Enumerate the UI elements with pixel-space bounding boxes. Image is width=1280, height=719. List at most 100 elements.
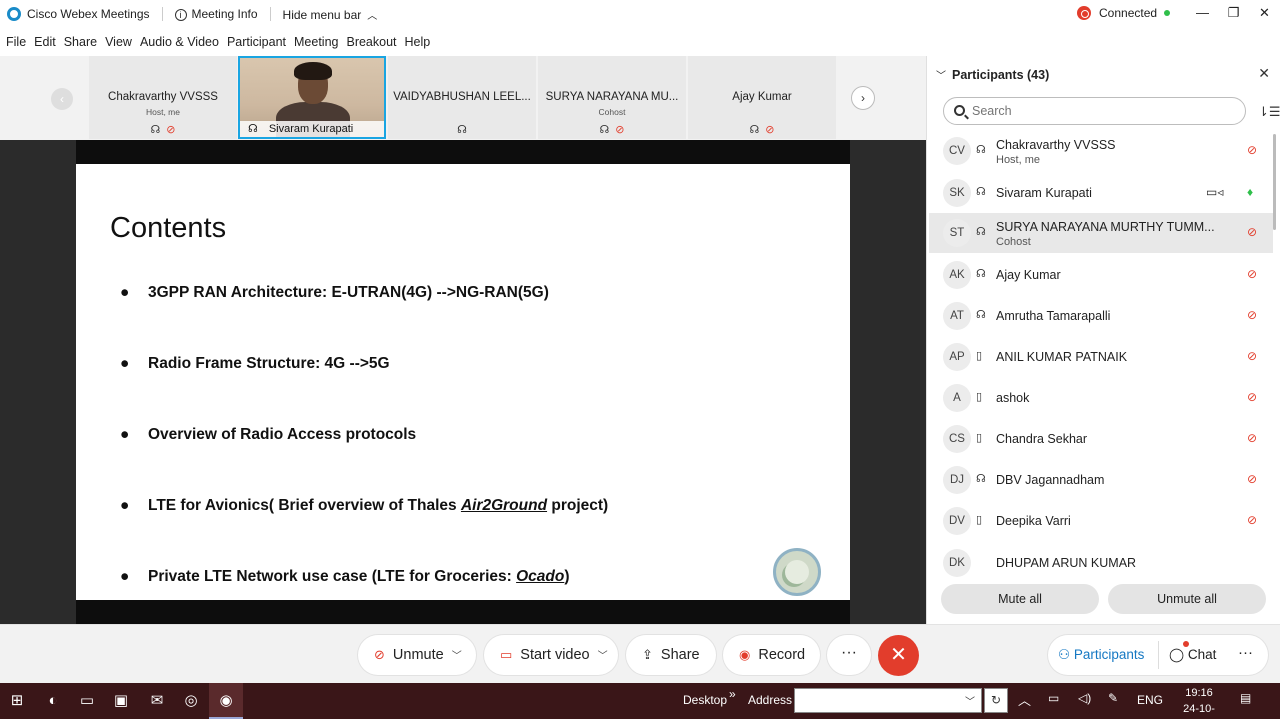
menu-file[interactable]: File	[6, 35, 26, 49]
menu-meeting[interactable]: Meeting	[294, 35, 338, 49]
participants-header[interactable]: ﹀ Participants (43)	[936, 67, 1049, 82]
edge-browser-icon[interactable]: ◐	[36, 683, 70, 719]
hide-menu-bar-button[interactable]: Hide menu bar ︿	[283, 7, 378, 22]
participant-row[interactable]: DK DHUPAM ARUN KUMAR	[929, 543, 1273, 583]
webex-taskbar-icon[interactable]: ◉	[209, 683, 243, 719]
video-tile[interactable]: SURYA NARAYANA MU... Cohost ☊ ⊘	[538, 56, 686, 139]
notifications-icon[interactable]: ▤	[1240, 691, 1251, 705]
muted-mic-icon[interactable]: ⊘	[1247, 513, 1257, 527]
chevron-up-icon[interactable]: ︿	[1018, 690, 1031, 709]
strip-next-button[interactable]: ›	[851, 86, 875, 110]
desktop-toolbar[interactable]: Desktop	[683, 693, 727, 707]
participant-row[interactable]: CV ☊ Chakravarthy VVSSS Host, me ⊘	[929, 131, 1273, 171]
muted-mic-icon[interactable]: ⊘	[1247, 431, 1257, 445]
phone-icon: ▯	[976, 391, 983, 403]
slide-bullet: ● Private LTE Network use case (LTE for G…	[120, 568, 570, 585]
share-icon: ⇪	[642, 647, 653, 662]
muted-mic-icon[interactable]: ⊘	[1247, 390, 1257, 404]
menu-share[interactable]: Share	[64, 35, 97, 49]
muted-mic-icon[interactable]: ⊘	[1247, 349, 1257, 363]
participant-row[interactable]: A ▯ ashok ⊘	[929, 378, 1273, 418]
participants-scrollbar[interactable]	[1273, 134, 1276, 230]
menu-participant[interactable]: Participant	[227, 35, 286, 49]
muted-mic-icon[interactable]: ⊘	[1247, 267, 1257, 281]
muted-mic-icon[interactable]: ⊘	[1247, 225, 1257, 239]
participant-search[interactable]	[943, 97, 1246, 125]
menu-edit[interactable]: Edit	[34, 35, 56, 49]
mic-on-icon[interactable]: ♦	[1247, 185, 1253, 199]
participant-row[interactable]: AP ▯ ANIL KUMAR PATNAIK ⊘	[929, 337, 1273, 377]
mail-icon[interactable]: ✉	[140, 683, 174, 719]
video-tile[interactable]: Ajay Kumar ☊ ⊘	[688, 56, 836, 139]
record-button[interactable]: ◉ Record	[723, 635, 820, 675]
participant-row[interactable]: CS ▯ Chandra Sekhar ⊘	[929, 419, 1273, 459]
search-icon	[954, 105, 965, 116]
mute-all-button[interactable]: Mute all	[941, 584, 1099, 614]
taskbar-clock[interactable]: 19:16 24-10-2020	[1171, 685, 1227, 719]
participants-tab[interactable]: ⚇ Participants	[1058, 635, 1144, 675]
strip-prev-button[interactable]: ‹	[51, 88, 73, 110]
share-button[interactable]: ⇪ Share	[626, 635, 716, 675]
pen-icon[interactable]: ✎	[1108, 691, 1118, 705]
meeting-info-button[interactable]: i Meeting Info	[174, 7, 258, 21]
close-window-button[interactable]: ✕	[1249, 0, 1280, 28]
battery-icon[interactable]: ▭	[1048, 691, 1059, 705]
volume-icon[interactable]: ◁)	[1078, 691, 1091, 705]
video-person-hair	[294, 62, 332, 80]
avatar: CS	[943, 425, 971, 453]
chat-tab[interactable]: ◯ Chat	[1169, 635, 1216, 675]
participant-row[interactable]: DJ ☊ DBV Jagannadham ⊘	[929, 460, 1273, 500]
participant-row[interactable]: AT ☊ Amrutha Tamarapalli ⊘	[929, 296, 1273, 336]
language-indicator[interactable]: ENG	[1137, 693, 1163, 707]
more-options-button[interactable]: ···	[827, 635, 871, 675]
video-camera-icon: ▭◃	[1206, 185, 1224, 199]
menu-audio-video[interactable]: Audio & Video	[140, 35, 219, 49]
meeting-controls: ⊘ Unmute ﹀ ▭ Start video ﹀ ⇪ Share ◉ Record ··…	[0, 624, 1280, 683]
file-explorer-icon[interactable]: ▭	[70, 683, 104, 719]
start-video-button[interactable]: ▭ Start video ﹀	[484, 635, 618, 675]
minimize-button[interactable]: —	[1187, 0, 1218, 28]
avatar: CV	[943, 137, 971, 165]
muted-mic-icon[interactable]: ⊘	[1247, 143, 1257, 157]
panel-more-button[interactable]: ···	[1238, 635, 1253, 675]
participant-row-selected[interactable]: ST ☊ SURYA NARAYANA MURTHY TUMM... Cohos…	[929, 213, 1273, 253]
participant-row[interactable]: DV ▯ Deepika Varri ⊘	[929, 501, 1273, 541]
avatar: DV	[943, 507, 971, 535]
windows-start-icon[interactable]: ⊞	[0, 683, 34, 719]
menu-breakout[interactable]: Breakout	[346, 35, 396, 49]
chevron-down-icon[interactable]: ﹀	[965, 693, 975, 708]
store-icon[interactable]: ▣	[104, 683, 138, 719]
participant-row[interactable]: SK ☊ Sivaram Kurapati ▭◃ ♦	[929, 173, 1273, 213]
chevron-down-icon[interactable]: ﹀	[452, 651, 462, 662]
participant-row[interactable]: AK ☊ Ajay Kumar ⊘	[929, 255, 1273, 295]
menu-view[interactable]: View	[105, 35, 132, 49]
chevron-down-icon[interactable]: ﹀	[598, 651, 608, 662]
headset-icon: ☊	[976, 186, 986, 198]
info-icon: i	[174, 9, 187, 21]
unmute-all-button[interactable]: Unmute all	[1108, 584, 1266, 614]
address-go-button[interactable]: ↻	[984, 688, 1008, 713]
connection-status[interactable]: Connected	[1077, 6, 1171, 20]
leave-meeting-button[interactable]: ✕	[878, 635, 919, 676]
close-panel-button[interactable]: ✕	[1258, 65, 1270, 82]
menu-help[interactable]: Help	[405, 35, 431, 49]
participants-panel: ﹀Participants (43) ✕ ⇂☰ CV ☊ Chakravarth…	[926, 56, 1280, 624]
video-tile-active[interactable]: ☊ Sivaram Kurapati	[238, 56, 386, 139]
muted-mic-icon[interactable]: ⊘	[1247, 472, 1257, 486]
muted-mic-icon[interactable]: ⊘	[1247, 308, 1257, 322]
video-tile[interactable]: Chakravarthy VVSSS Host, me ☊ ⊘	[89, 56, 237, 139]
chrome-icon[interactable]: ◎	[174, 683, 208, 719]
slide-title: Contents	[110, 212, 227, 244]
sort-icon[interactable]: ⇂☰	[1258, 104, 1280, 120]
avatar: AP	[943, 343, 971, 371]
divider	[269, 7, 271, 21]
toolbar-overflow-icon[interactable]: »	[729, 687, 736, 701]
unmute-button[interactable]: ⊘ Unmute ﹀	[358, 635, 476, 675]
presenter-bubble-icon[interactable]	[773, 548, 821, 596]
connection-icon	[1077, 6, 1091, 20]
address-input[interactable]: ﹀	[794, 688, 982, 713]
video-tile[interactable]: VAIDYABHUSHAN LEEL... ☊	[388, 56, 536, 139]
restore-button[interactable]: ❐	[1218, 0, 1249, 28]
search-input[interactable]	[972, 102, 1232, 120]
avatar: DK	[943, 549, 971, 577]
